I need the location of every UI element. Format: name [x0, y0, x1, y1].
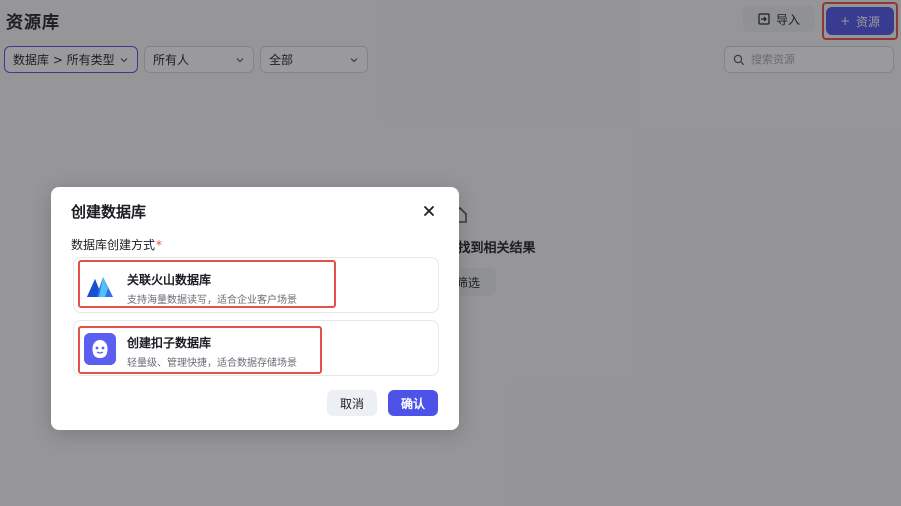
volcano-logo-icon [87, 277, 113, 297]
close-icon[interactable] [421, 203, 437, 219]
option-description: 轻量级、管理快捷，适合数据存储场景 [127, 358, 297, 369]
required-mark: * [156, 238, 163, 252]
creation-method-text: 数据库创建方式 [71, 238, 156, 252]
option-description: 支持海量数据读写，适合企业客户场景 [127, 295, 297, 306]
create-database-dialog: 创建数据库 数据库创建方式* 关联火山数据库 支持海量数据读写，适合企业客户场景… [51, 187, 459, 430]
option-link-volcano-database[interactable]: 关联火山数据库 支持海量数据读写，适合企业客户场景 [73, 257, 439, 313]
coze-logo-icon [84, 333, 116, 365]
option-title: 创建扣子数据库 [127, 336, 212, 350]
confirm-button[interactable]: 确认 [388, 390, 438, 416]
cancel-button[interactable]: 取消 [327, 390, 377, 416]
option-title: 关联火山数据库 [127, 273, 212, 287]
dialog-title: 创建数据库 [71, 203, 147, 221]
creation-method-label: 数据库创建方式* [71, 236, 162, 253]
option-create-coze-database[interactable]: 创建扣子数据库 轻量级、管理快捷，适合数据存储场景 [73, 320, 439, 376]
